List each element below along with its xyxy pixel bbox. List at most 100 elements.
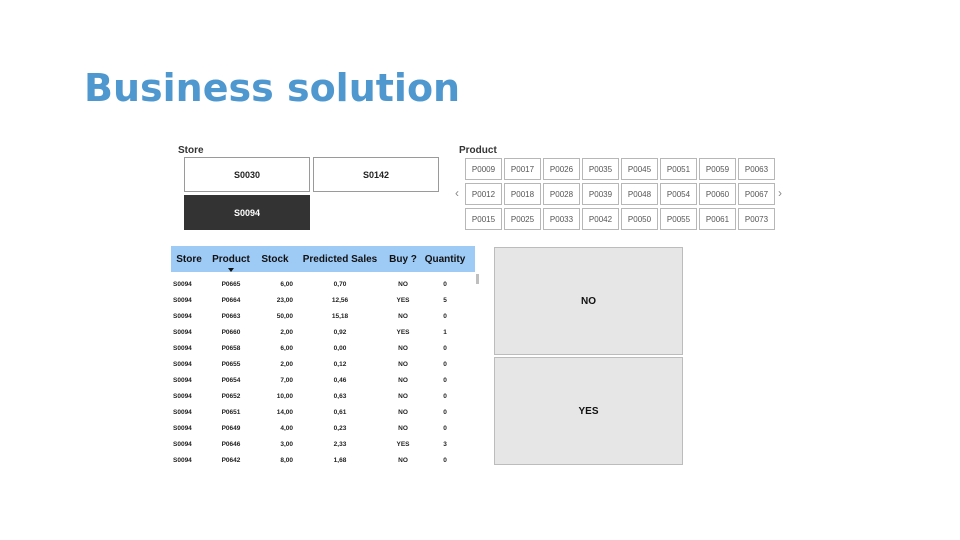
header-predicted-sales[interactable]: Predicted Sales — [295, 254, 385, 265]
header-store[interactable]: Store — [171, 254, 207, 265]
table-row[interactable]: S0094 P0660 2,00 0,92 YES 1 — [171, 324, 475, 340]
cell-qty: 5 — [443, 296, 447, 304]
cell-buy: NO — [398, 376, 408, 384]
product-option-p0048[interactable]: P0048 — [621, 183, 658, 205]
no-card[interactable]: NO — [494, 247, 683, 355]
product-option-p0026[interactable]: P0026 — [543, 158, 580, 180]
table-row[interactable]: S0094 P0664 23,00 12,56 YES 5 — [171, 292, 475, 308]
cell-pred: 0,63 — [333, 392, 347, 400]
store-option-s0142[interactable]: S0142 — [313, 157, 439, 192]
cell-pred: 0,61 — [333, 408, 347, 416]
cell-qty: 0 — [443, 424, 447, 432]
product-option-p0063[interactable]: P0063 — [738, 158, 775, 180]
product-option-p0059[interactable]: P0059 — [699, 158, 736, 180]
table-row[interactable]: S0094 P0646 3,00 2,33 YES 3 — [171, 436, 475, 452]
cell-product: P0665 — [221, 280, 241, 288]
cell-pred: 0,70 — [333, 280, 347, 288]
product-option-p0025[interactable]: P0025 — [504, 208, 541, 230]
table-row[interactable]: S0094 P0658 6,00 0,00 NO 0 — [171, 340, 475, 356]
header-quantity[interactable]: Quantity — [421, 254, 469, 265]
table-row[interactable]: S0094 P0649 4,00 0,23 NO 0 — [171, 420, 475, 436]
product-option-p0060[interactable]: P0060 — [699, 183, 736, 205]
table-row[interactable]: S0094 P0642 8,00 1,68 NO 0 — [171, 452, 475, 466]
store-option-s0030[interactable]: S0030 — [184, 157, 310, 192]
cell-pred: 2,33 — [333, 440, 347, 448]
product-option-p0039[interactable]: P0039 — [582, 183, 619, 205]
cell-buy: NO — [398, 344, 408, 352]
cell-stock: 6,00 — [280, 280, 293, 288]
cell-store: S0094 — [173, 296, 192, 304]
cell-stock: 50,00 — [276, 312, 293, 320]
product-option-p0051[interactable]: P0051 — [660, 158, 697, 180]
product-option-p0018[interactable]: P0018 — [504, 183, 541, 205]
table-row[interactable]: S0094 P0652 10,00 0,63 NO 0 — [171, 388, 475, 404]
product-option-p0054[interactable]: P0054 — [660, 183, 697, 205]
page-title: Business solution — [84, 66, 461, 110]
chevron-right-icon[interactable]: › — [778, 186, 782, 200]
cell-buy: YES — [396, 296, 410, 304]
product-option-p0009[interactable]: P0009 — [465, 158, 502, 180]
header-buy[interactable]: Buy ? — [385, 254, 421, 265]
table-row[interactable]: S0094 P0665 6,00 0,70 NO 0 — [171, 276, 475, 292]
cell-qty: 0 — [443, 392, 447, 400]
cell-stock: 8,00 — [280, 456, 293, 464]
cell-pred: 1,68 — [333, 456, 347, 464]
cell-pred: 0,46 — [333, 376, 347, 384]
cell-qty: 0 — [443, 376, 447, 384]
cell-store: S0094 — [173, 408, 192, 416]
cell-store: S0094 — [173, 280, 192, 288]
product-option-p0033[interactable]: P0033 — [543, 208, 580, 230]
cell-stock: 14,00 — [276, 408, 293, 416]
yes-card[interactable]: YES — [494, 357, 683, 465]
table-row[interactable]: S0094 P0655 2,00 0,12 NO 0 — [171, 356, 475, 372]
cell-pred: 15,18 — [331, 312, 349, 320]
product-option-p0050[interactable]: P0050 — [621, 208, 658, 230]
cell-store: S0094 — [173, 344, 192, 352]
cell-stock: 2,00 — [280, 328, 293, 336]
store-slicer-label: Store — [178, 145, 204, 156]
header-product[interactable]: Product — [207, 254, 255, 272]
table-scrollbar[interactable] — [476, 274, 479, 284]
cell-buy: NO — [398, 312, 408, 320]
table-body: S0094 P0665 6,00 0,70 NO 0 S0094 P0664 23,00 12,5… — [171, 276, 475, 466]
header-stock[interactable]: Stock — [255, 254, 295, 265]
cell-qty: 3 — [443, 440, 447, 448]
product-option-p0015[interactable]: P0015 — [465, 208, 502, 230]
cell-buy: YES — [396, 440, 410, 448]
table-row[interactable]: S0094 P0651 14,00 0,61 NO 0 — [171, 404, 475, 420]
cell-store: S0094 — [173, 392, 192, 400]
cell-buy: NO — [398, 456, 408, 464]
cell-store: S0094 — [173, 456, 192, 464]
table-row[interactable]: S0094 P0663 50,00 15,18 NO 0 — [171, 308, 475, 324]
product-option-p0055[interactable]: P0055 — [660, 208, 697, 230]
product-option-p0035[interactable]: P0035 — [582, 158, 619, 180]
product-option-p0061[interactable]: P0061 — [699, 208, 736, 230]
cell-qty: 0 — [443, 360, 447, 368]
cell-qty: 1 — [443, 328, 447, 336]
cell-product: P0652 — [221, 392, 241, 400]
chevron-left-icon[interactable]: ‹ — [455, 186, 459, 200]
cell-pred: 12,56 — [331, 296, 349, 304]
table-row[interactable]: S0094 P0654 7,00 0,46 NO 0 — [171, 372, 475, 388]
product-option-p0067[interactable]: P0067 — [738, 183, 775, 205]
product-option-p0012[interactable]: P0012 — [465, 183, 502, 205]
product-option-p0073[interactable]: P0073 — [738, 208, 775, 230]
cell-product: P0651 — [221, 408, 241, 416]
store-option-s0094[interactable]: S0094 — [184, 195, 310, 230]
cell-stock: 3,00 — [280, 440, 293, 448]
product-option-p0017[interactable]: P0017 — [504, 158, 541, 180]
cell-buy: YES — [396, 328, 410, 336]
cell-product: P0646 — [221, 440, 241, 448]
product-option-p0042[interactable]: P0042 — [582, 208, 619, 230]
cell-store: S0094 — [173, 328, 192, 336]
cell-stock: 2,00 — [280, 360, 293, 368]
product-option-p0028[interactable]: P0028 — [543, 183, 580, 205]
product-option-p0045[interactable]: P0045 — [621, 158, 658, 180]
table-header: Store Product Stock Predicted Sales Buy … — [171, 246, 475, 272]
cell-pred: 0,23 — [333, 424, 347, 432]
product-slicer-label: Product — [459, 145, 497, 156]
cell-store: S0094 — [173, 440, 192, 448]
cell-product: P0655 — [221, 360, 241, 368]
cell-store: S0094 — [173, 376, 192, 384]
cell-store: S0094 — [173, 424, 192, 432]
